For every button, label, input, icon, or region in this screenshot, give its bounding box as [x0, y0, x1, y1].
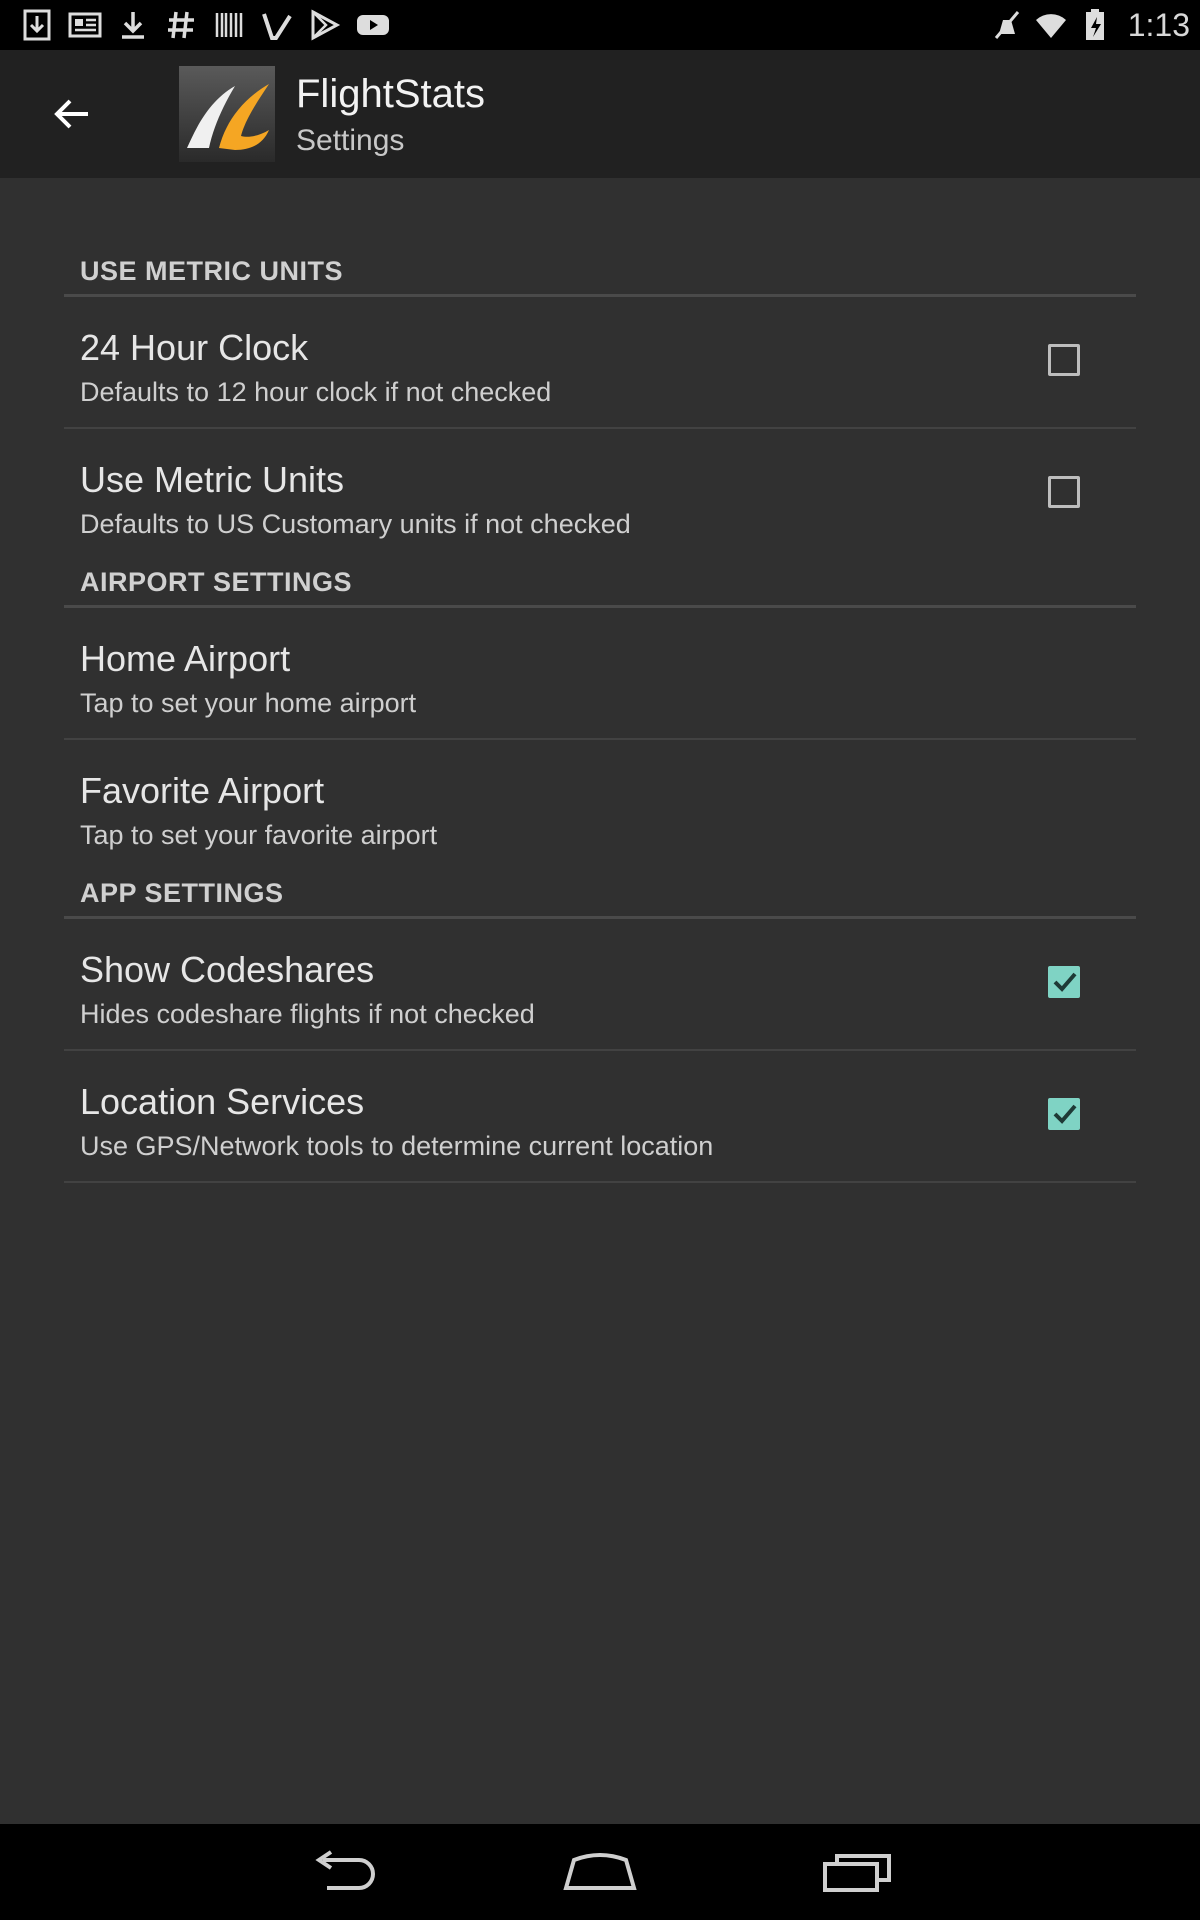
pref-show-codeshares[interactable]: Show Codeshares Hides codeshare flights … [64, 919, 1136, 1051]
checkbox-use-metric-units[interactable] [1048, 476, 1080, 508]
section-header-app: APP SETTINGS [64, 870, 1136, 919]
pref-title: Show Codeshares [80, 949, 375, 990]
pref-summary: Defaults to 12 hour clock if not checked [80, 377, 552, 407]
app-logo [179, 66, 275, 162]
download-icon [23, 9, 51, 41]
youtube-icon [357, 15, 389, 35]
checkmark-icon [1053, 1104, 1077, 1124]
page-subtitle: Settings [296, 124, 405, 157]
checkmark-icon [1053, 972, 1077, 992]
pref-home-airport[interactable]: Home Airport Tap to set your home airpor… [64, 608, 1136, 740]
pref-24-hour-clock[interactable]: 24 Hour Clock Defaults to 12 hour clock … [64, 297, 1136, 429]
notification-icons [20, 8, 390, 42]
play-store-icon [311, 9, 341, 41]
section-header-metric: USE METRIC UNITS [64, 248, 1136, 297]
download-icon [122, 12, 144, 39]
pref-summary: Hides codeshare flights if not checked [80, 999, 535, 1029]
barcode-icon [215, 13, 243, 37]
clock: 1:13 [1127, 6, 1190, 43]
status-bar: 1:13 [0, 0, 1200, 50]
battery-icon [1085, 9, 1104, 40]
pref-summary: Tap to set your favorite airport [80, 820, 438, 850]
pref-favorite-airport[interactable]: Favorite Airport Tap to set your favorit… [64, 740, 1136, 870]
pref-title: Location Services [80, 1081, 365, 1122]
pref-title: Favorite Airport [80, 770, 325, 811]
back-button[interactable] [42, 86, 102, 142]
system-icons: 1:13 [990, 6, 1190, 44]
pref-location-services[interactable]: Location Services Use GPS/Network tools … [64, 1051, 1136, 1183]
pref-title: 24 Hour Clock [80, 327, 309, 368]
check-icon [262, 13, 292, 40]
section-header-airport: AIRPORT SETTINGS [64, 559, 1136, 608]
wifi-icon [1035, 14, 1066, 38]
pref-title: Use Metric Units [80, 459, 345, 500]
action-bar: FlightStats Settings [0, 50, 1200, 178]
checkbox-location-services[interactable] [1048, 1098, 1080, 1130]
arrow-back-icon [54, 99, 88, 129]
app-title: FlightStats [296, 72, 485, 116]
mute-icon [994, 11, 1019, 39]
nav-recents-button[interactable] [812, 1842, 902, 1902]
checkbox-24-hour-clock[interactable] [1048, 344, 1080, 376]
pref-summary: Tap to set your home airport [80, 688, 417, 718]
pref-title: Home Airport [80, 638, 291, 679]
settings-list: USE METRIC UNITS 24 Hour Clock Defaults … [64, 178, 1136, 1183]
navigation-bar [0, 1824, 1200, 1920]
nav-home-button[interactable] [555, 1842, 645, 1902]
nav-back-icon [315, 1850, 375, 1890]
pref-summary: Use GPS/Network tools to determine curre… [80, 1131, 714, 1161]
news-icon [68, 12, 102, 38]
nav-home-icon [563, 1853, 637, 1890]
pref-summary: Defaults to US Customary units if not ch… [80, 509, 631, 539]
nav-recents-icon [823, 1854, 891, 1892]
checkbox-show-codeshares[interactable] [1048, 966, 1080, 998]
pref-use-metric-units[interactable]: Use Metric Units Defaults to US Customar… [64, 429, 1136, 559]
hash-icon [168, 11, 194, 39]
nav-back-button[interactable] [298, 1842, 388, 1902]
